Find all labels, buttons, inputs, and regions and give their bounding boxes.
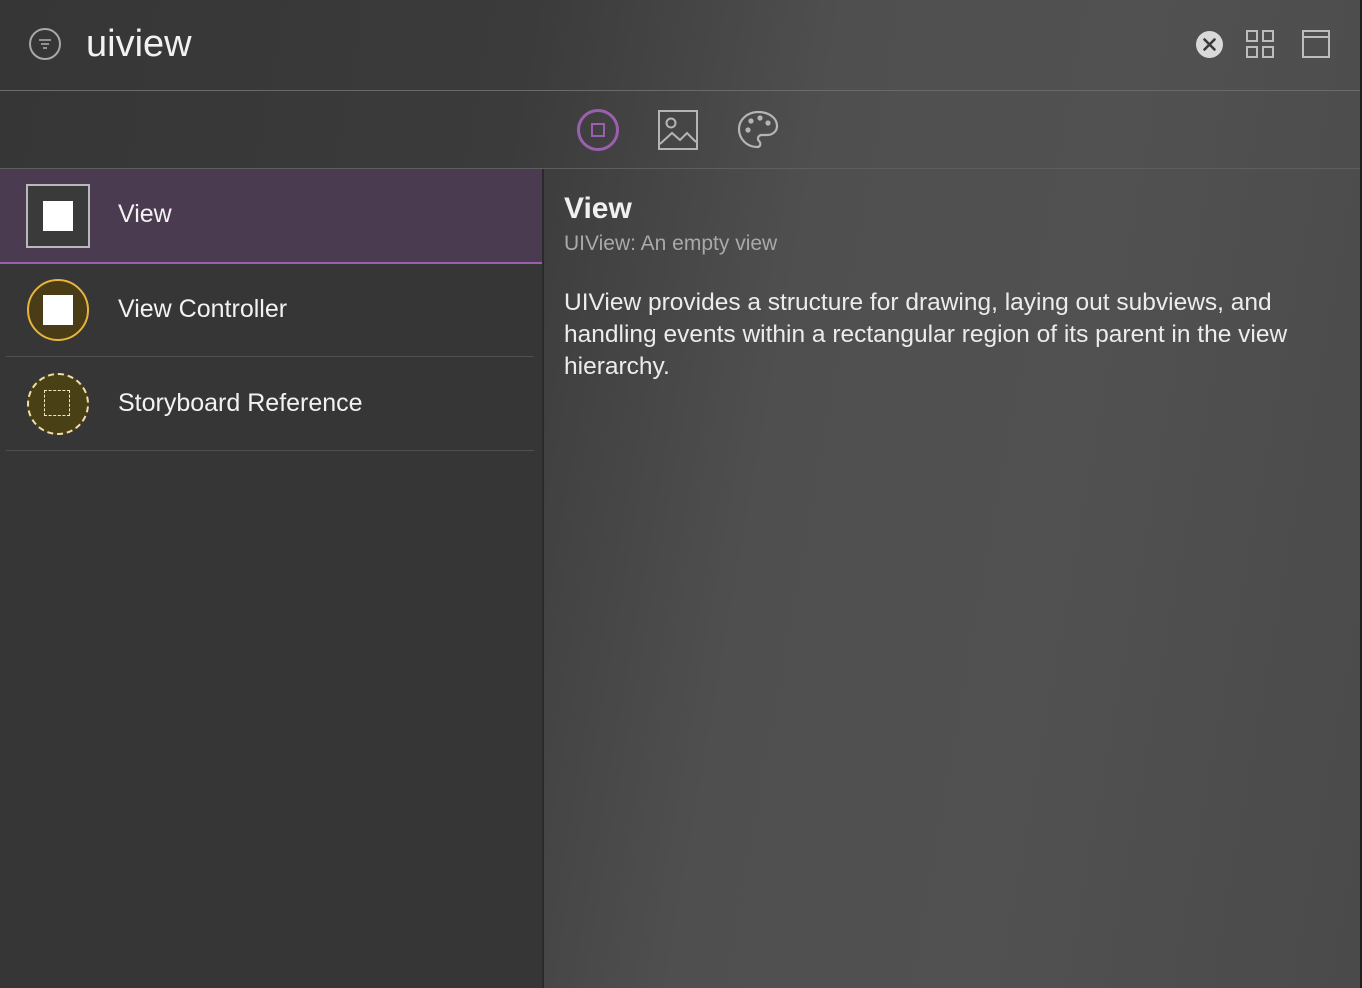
detail-description: UIView provides a structure for drawing,… [564, 289, 1288, 380]
result-item-view-controller[interactable]: View Controller [0, 264, 542, 357]
result-item-storyboard-reference[interactable]: Storyboard Reference [0, 358, 542, 451]
search-input[interactable] [86, 20, 1166, 68]
result-item-label: Storyboard Reference [118, 389, 363, 417]
view-icon [26, 184, 90, 248]
object-library-icon[interactable] [576, 108, 620, 152]
result-item-label: View [118, 200, 172, 228]
view-controller-icon [27, 279, 89, 341]
window-panel-icon[interactable] [1302, 30, 1330, 58]
detail-pane: View UIView: An empty view UIView provid… [544, 169, 1360, 988]
filter-icon[interactable] [29, 28, 61, 60]
library-tab-bar [0, 91, 1360, 169]
media-library-icon[interactable] [656, 108, 700, 152]
library-window: View View Controller Storyboard Referenc… [0, 0, 1362, 988]
storyboard-reference-icon [27, 373, 89, 435]
clear-icon[interactable] [1196, 31, 1223, 58]
color-palette-icon[interactable] [736, 108, 780, 152]
search-bar [0, 0, 1360, 91]
grid-view-icon[interactable] [1246, 30, 1274, 58]
divider [6, 450, 534, 451]
detail-title: View [564, 192, 632, 225]
detail-subtitle: UIView: An empty view [564, 232, 778, 255]
divider [6, 356, 534, 357]
result-list: View View Controller Storyboard Referenc… [0, 169, 544, 988]
result-item-view[interactable]: View [0, 169, 542, 264]
result-item-label: View Controller [118, 295, 288, 323]
